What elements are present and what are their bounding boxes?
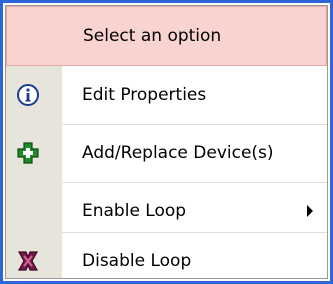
- menu-item-label: Add/Replace Device(s): [82, 142, 274, 163]
- menu-panel: Select an option Edit Properties Add/Rep…: [5, 5, 328, 279]
- menu-separator: [62, 182, 327, 183]
- menu-item-label: Disable Loop: [82, 250, 192, 271]
- info-icon: [16, 83, 40, 107]
- menu-item-label: Edit Properties: [82, 84, 207, 105]
- submenu-arrow-icon: [307, 204, 313, 217]
- menu-separator: [62, 232, 327, 233]
- menu-item-enable-loop[interactable]: Enable Loop: [6, 182, 327, 239]
- menu-item-edit-properties[interactable]: Edit Properties: [6, 66, 327, 123]
- add-cross-icon: [16, 141, 40, 165]
- disable-loop-icon: [16, 249, 40, 273]
- menu-header-select-option: Select an option: [6, 6, 327, 66]
- menu-item-add-replace-devices[interactable]: Add/Replace Device(s): [6, 124, 327, 181]
- menu-separator: [62, 124, 327, 125]
- menu-item-disable-loop[interactable]: Disable Loop: [6, 232, 327, 281]
- context-menu: Select an option Edit Properties Add/Rep…: [0, 0, 333, 284]
- menu-item-label: Enable Loop: [82, 200, 187, 221]
- menu-header-label: Select an option: [83, 26, 222, 46]
